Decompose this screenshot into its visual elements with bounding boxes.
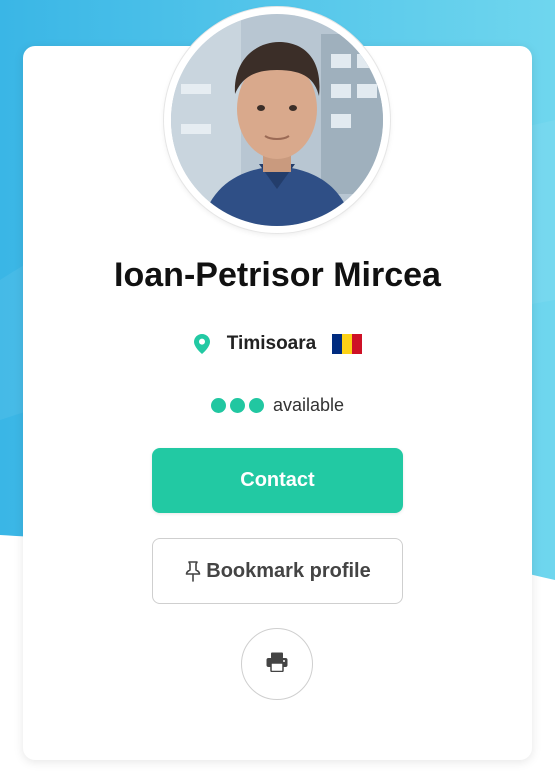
- availability-dot: [229, 398, 245, 413]
- availability-status: available: [272, 395, 345, 415]
- print-button[interactable]: [241, 628, 313, 700]
- profile-location: Timisoara: [23, 333, 532, 355]
- city-label: Timisoara: [226, 333, 317, 354]
- location-pin-icon: [193, 333, 211, 355]
- availability-dot: [210, 398, 226, 413]
- profile-name: Ioan-Petrisor Mircea: [114, 256, 441, 294]
- printer-icon: [266, 652, 288, 677]
- romania-flag-icon: [332, 334, 363, 354]
- bookmark-profile-button[interactable]: Bookmark profile: [152, 538, 403, 604]
- pushpin-icon: [184, 560, 202, 582]
- avatar: [171, 14, 383, 226]
- contact-button[interactable]: Contact: [152, 448, 403, 513]
- availability-dot: [248, 398, 264, 413]
- bookmark-profile-label: Bookmark profile: [206, 559, 371, 582]
- availability-indicator: available: [23, 395, 532, 416]
